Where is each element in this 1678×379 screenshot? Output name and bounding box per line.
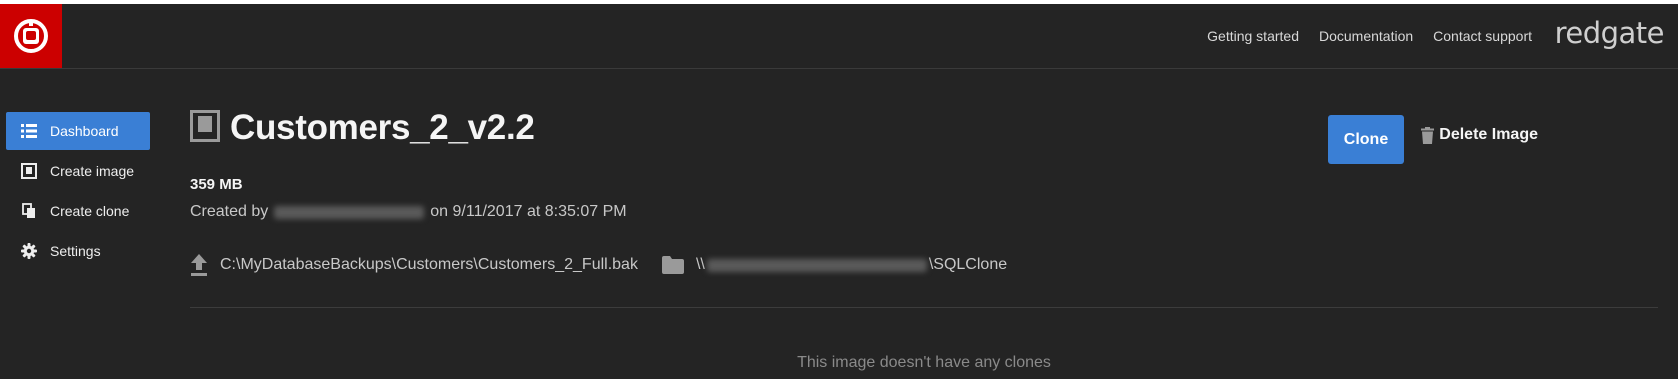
sidebar-item-label: Create image: [50, 163, 135, 179]
image-size: 359 MB: [190, 176, 243, 193]
gear-icon: [20, 242, 38, 260]
trash-icon: [1421, 126, 1435, 144]
image-paths: C:\MyDatabaseBackups\Customers\Customers…: [190, 254, 1007, 276]
app-header: Getting started Documentation Contact su…: [0, 4, 1678, 69]
sidebar-item-label: Dashboard: [50, 123, 119, 139]
redgate-logo-icon[interactable]: [0, 4, 62, 68]
sidebar-item-label: Create clone: [50, 203, 130, 219]
destination-path-prefix: \\: [695, 256, 705, 273]
redgate-wordmark: redgate: [1554, 16, 1665, 50]
contact-support-link[interactable]: Contact support: [1433, 28, 1532, 44]
destination-path-suffix: \SQLClone: [928, 256, 1008, 273]
header-nav: Getting started Documentation Contact su…: [1187, 4, 1532, 68]
created-prefix: Created by: [190, 203, 269, 220]
clone-button[interactable]: Clone: [1328, 115, 1404, 164]
image-icon: [190, 109, 220, 147]
created-date: on 9/11/2017 at 8:35:07 PM: [430, 203, 627, 220]
sidebar-item-settings[interactable]: Settings: [6, 232, 150, 270]
image-icon: [20, 162, 38, 180]
delete-image-button[interactable]: Delete Image: [1421, 126, 1538, 144]
copy-icon: [20, 202, 38, 220]
redacted-server: [706, 258, 927, 272]
folder-icon: [661, 256, 684, 274]
main-content: Customers_2_v2.2 359 MB Created by on 9/…: [190, 104, 1660, 371]
delete-image-label: Delete Image: [1439, 126, 1538, 143]
upload-icon: [190, 254, 208, 276]
created-info: Created by on 9/11/2017 at 8:35:07 PM: [190, 203, 627, 221]
getting-started-link[interactable]: Getting started: [1207, 28, 1299, 44]
sidebar: Dashboard Create image Create clone Sett…: [6, 112, 150, 272]
section-divider: [190, 307, 1658, 308]
source-backup-path: C:\MyDatabaseBackups\Customers\Customers…: [220, 256, 638, 273]
empty-clones-message: This image doesn't have any clones: [797, 354, 1051, 371]
sidebar-item-create-image[interactable]: Create image: [6, 152, 150, 190]
page-title: Customers_2_v2.2: [230, 108, 535, 147]
sidebar-item-dashboard[interactable]: Dashboard: [6, 112, 150, 150]
documentation-link[interactable]: Documentation: [1319, 28, 1413, 44]
redacted-username: [274, 205, 425, 219]
sidebar-item-create-clone[interactable]: Create clone: [6, 192, 150, 230]
sidebar-item-label: Settings: [50, 243, 101, 259]
list-icon: [20, 122, 38, 140]
